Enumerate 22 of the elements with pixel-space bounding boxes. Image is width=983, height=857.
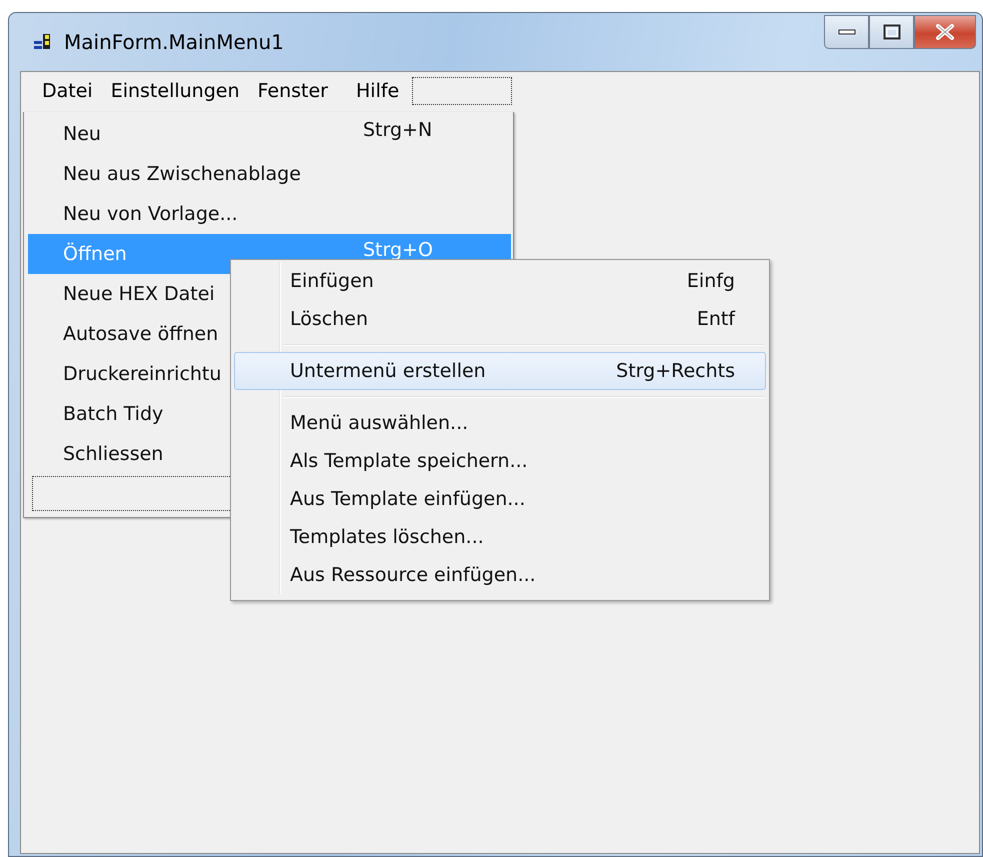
menu-item[interactable]: Neu von Vorlage... [28, 194, 511, 234]
close-icon [935, 24, 955, 40]
context-menu-item[interactable]: Als Template speichern... [234, 442, 766, 480]
menu-bar-item[interactable]: Hilfe [347, 80, 408, 102]
menu-item[interactable]: Neu Strg+N [28, 114, 511, 154]
minimize-icon [838, 29, 856, 35]
menu-bar-item[interactable]: Datei [33, 80, 102, 102]
context-menu-item[interactable]: Löschen Entf [234, 300, 766, 338]
menu-item[interactable]: Neu aus Zwischenablage [28, 154, 511, 194]
maximize-icon [882, 24, 900, 40]
close-button[interactable] [914, 15, 976, 49]
context-menu-item[interactable]: Untermenü erstellen Strg+Rechts [234, 352, 766, 390]
context-menu-item[interactable]: Menü auswählen... [234, 404, 766, 442]
maximize-button[interactable] [869, 15, 914, 49]
menu-bar-item[interactable]: Fenster [248, 80, 337, 102]
minimize-button[interactable] [824, 15, 869, 49]
context-menu-item[interactable]: Aus Ressource einfügen... [234, 556, 766, 594]
context-menu-item[interactable]: Aus Template einfügen... [234, 480, 766, 518]
menu-bar-item[interactable]: Einstellungen [102, 80, 249, 102]
window-title: MainForm.MainMenu1 [64, 30, 284, 54]
context-menu-item[interactable]: Templates löschen... [234, 518, 766, 556]
empty-menu-slot[interactable] [412, 77, 512, 105]
